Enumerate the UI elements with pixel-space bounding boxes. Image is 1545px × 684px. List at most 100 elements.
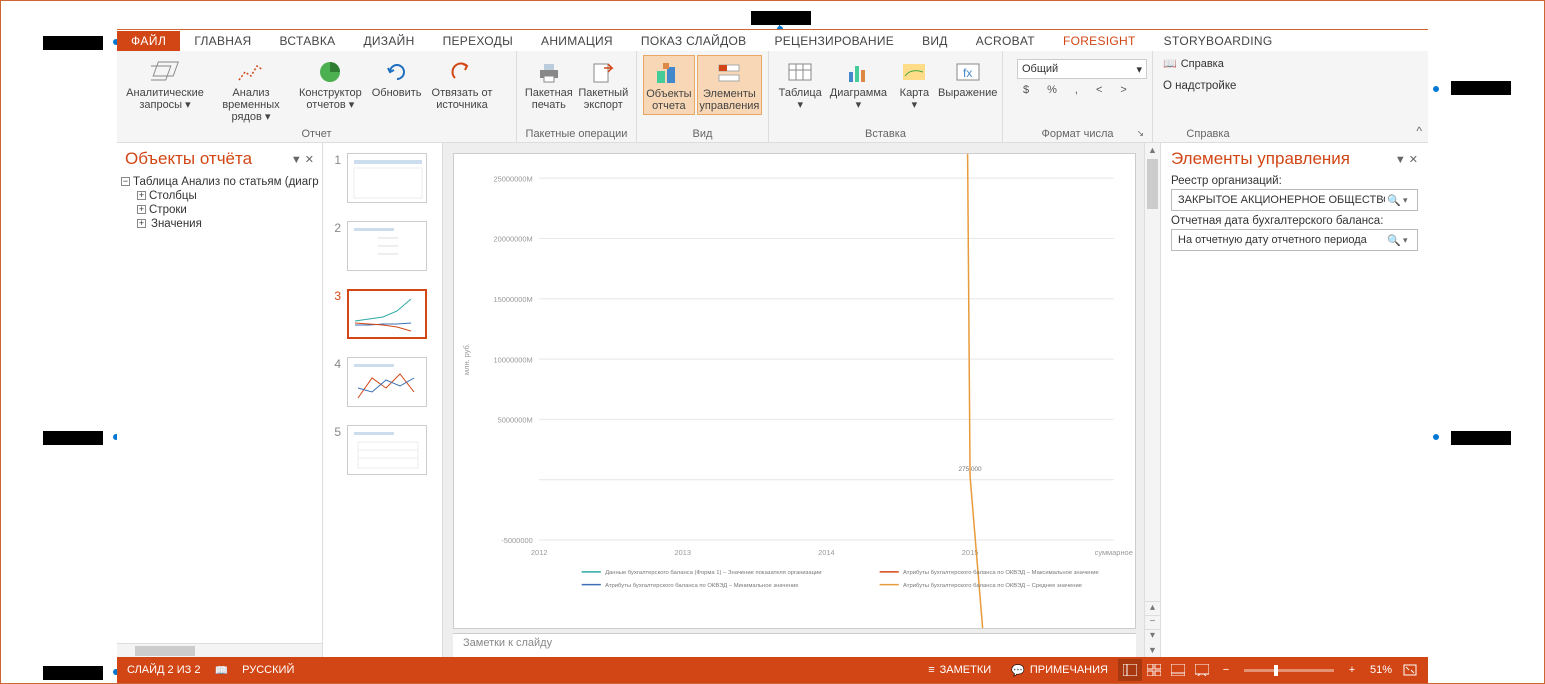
tab-foresight[interactable]: FORESIGHT (1049, 31, 1150, 51)
view-slideshow-icon[interactable] (1190, 659, 1214, 681)
dialog-launcher-icon[interactable]: ↘ (1136, 128, 1144, 139)
tab-transitions[interactable]: ПЕРЕХОДЫ (429, 31, 527, 51)
thumb-5[interactable] (347, 425, 427, 475)
field2-input[interactable]: На отчетную дату отчетного периода 🔍 ▾ (1171, 229, 1418, 251)
spellcheck-icon[interactable]: 📖 (214, 664, 228, 677)
controls-icon (715, 58, 743, 88)
tab-view[interactable]: ВИД (908, 31, 962, 51)
field1-label: Реестр организаций: (1171, 175, 1418, 187)
tree-rows[interactable]: +Строки (121, 203, 318, 217)
tab-file[interactable]: ФАЙЛ (117, 31, 180, 51)
tree-columns[interactable]: +Столбцы (121, 189, 318, 203)
group-title-insert: Вставка (775, 128, 996, 140)
zoom-out-button[interactable]: − (1214, 659, 1238, 681)
btn-time-series[interactable]: Анализ временныхрядов ▾ (209, 55, 293, 125)
slide-marker-icon[interactable]: − (1145, 615, 1160, 629)
zoom-slider[interactable] (1244, 669, 1334, 672)
expression-icon: fx (955, 57, 981, 87)
tab-slideshow[interactable]: ПОКАЗ СЛАЙДОВ (627, 31, 761, 51)
tab-insert[interactable]: ВСТАВКА (266, 31, 350, 51)
zoom-level[interactable]: 51% (1364, 660, 1398, 680)
comments-button[interactable]: 💬ПРИМЕЧАНИЯ (1001, 660, 1118, 681)
time-series-icon (237, 57, 265, 87)
search-icon[interactable]: 🔍 (1385, 194, 1403, 207)
notes-icon: ≡ (928, 664, 934, 676)
notes-placeholder[interactable]: Заметки к слайду (453, 633, 1136, 657)
scroll-down-icon[interactable]: ▼ (1145, 643, 1160, 657)
notes-button[interactable]: ≡ЗАМЕТКИ (918, 660, 1001, 680)
field1-input[interactable]: ЗАКРЫТОЕ АКЦИОНЕРНОЕ ОБЩЕСТВО "L 🔍 ▾ (1171, 189, 1418, 211)
view-sorter-icon[interactable] (1142, 659, 1166, 681)
svg-text:25000000M: 25000000M (493, 174, 532, 183)
close-icon[interactable]: ✕ (1409, 154, 1418, 166)
fmt-dec-less[interactable]: < (1090, 83, 1108, 97)
language-button[interactable]: РУССКИЙ (242, 664, 294, 676)
btn-controls[interactable]: Элементыуправления (697, 55, 762, 115)
chevron-down-icon[interactable]: ▾ (1403, 195, 1415, 206)
chevron-down-icon[interactable]: ▾ (1403, 235, 1415, 246)
tab-storyboarding[interactable]: STORYBOARDING (1150, 31, 1287, 51)
fmt-currency[interactable]: $ (1017, 83, 1035, 97)
prev-slide-icon[interactable]: ▴ (1145, 601, 1160, 615)
btn-map[interactable]: Карта ▾ (891, 55, 937, 113)
tree-values[interactable]: +Значения (121, 217, 318, 231)
thumb-2[interactable] (347, 221, 427, 271)
svg-text:Данные бухгалтерского баланса: Данные бухгалтерского баланса (Форма 1) … (605, 570, 821, 576)
btn-unbind[interactable]: Отвязать отисточника (428, 55, 497, 125)
slide-thumbnails: 1 2 3 4 5 (323, 143, 443, 657)
refresh-icon (384, 57, 410, 87)
status-bar: СЛАЙД 2 ИЗ 2 📖 РУССКИЙ ≡ЗАМЕТКИ 💬ПРИМЕЧА… (117, 657, 1428, 683)
btn-report-designer[interactable]: Конструкторотчетов ▾ (295, 55, 366, 125)
btn-refresh[interactable]: Обновить (368, 55, 426, 125)
fmt-comma[interactable]: , (1069, 83, 1084, 97)
btn-batch-export[interactable]: Пакетныйэкспорт (577, 55, 630, 113)
thumb-3[interactable] (347, 289, 427, 339)
fmt-dec-more[interactable]: > (1114, 83, 1132, 97)
btn-table[interactable]: Таблица ▾ (775, 55, 825, 113)
horizontal-scrollbar[interactable] (117, 643, 322, 657)
view-reading-icon[interactable] (1166, 659, 1190, 681)
fit-window-icon[interactable] (1398, 659, 1422, 681)
vertical-scrollbar[interactable]: ▲ ▴ − ▾ ▼ (1144, 143, 1160, 657)
btn-analytical-queries[interactable]: Аналитическиезапросы ▾ (123, 55, 207, 125)
pane-menu-icon[interactable]: ▼ (1395, 154, 1406, 166)
svg-text:суммарное: суммарное (1095, 548, 1133, 557)
ribbon-tabs: ФАЙЛ ГЛАВНАЯ ВСТАВКА ДИЗАЙН ПЕРЕХОДЫ АНИ… (117, 29, 1428, 51)
help-link[interactable]: 📖Справка (1163, 57, 1253, 70)
group-title-view: Вид (643, 128, 762, 140)
close-icon[interactable]: ✕ (305, 154, 314, 166)
tab-review[interactable]: РЕЦЕНЗИРОВАНИЕ (760, 31, 908, 51)
pane-menu-icon[interactable]: ▼ (291, 154, 302, 166)
btn-chart[interactable]: Диаграмма ▾ (827, 55, 889, 113)
search-icon[interactable]: 🔍 (1385, 234, 1403, 247)
view-normal-icon[interactable] (1118, 659, 1142, 681)
btn-report-objects[interactable]: Объектыотчета (643, 55, 695, 115)
tab-acrobat[interactable]: ACROBAT (962, 31, 1049, 51)
svg-text:15000000M: 15000000M (493, 295, 532, 304)
unbind-icon (449, 57, 475, 87)
collapse-ribbon-icon[interactable]: ^ (1416, 124, 1422, 138)
slide-counter[interactable]: СЛАЙД 2 ИЗ 2 (127, 664, 200, 676)
slide-canvas[interactable]: -50000005000000M10000000M15000000M200000… (453, 153, 1136, 629)
scroll-up-icon[interactable]: ▲ (1145, 143, 1160, 157)
thumb-1[interactable] (347, 153, 427, 203)
chart-icon (845, 57, 871, 87)
zoom-in-button[interactable]: + (1340, 659, 1364, 681)
about-button[interactable]: О надстройке (1163, 80, 1253, 92)
map-icon (901, 57, 927, 87)
queries-icon (151, 57, 179, 87)
btn-batch-print[interactable]: Пакетнаяпечать (523, 55, 575, 113)
number-format-combo[interactable]: Общий▾ (1017, 59, 1147, 79)
fmt-percent[interactable]: % (1041, 83, 1063, 97)
btn-expression[interactable]: fx Выражение (939, 55, 996, 113)
tab-home[interactable]: ГЛАВНАЯ (180, 31, 265, 51)
comments-icon: 💬 (1011, 664, 1025, 677)
chevron-down-icon: ▾ (185, 99, 191, 111)
thumb-4[interactable] (347, 357, 427, 407)
tree-root[interactable]: −Таблица Анализ по статьям (диагр (121, 175, 318, 189)
chevron-down-icon: ▾ (265, 111, 271, 123)
tab-animation[interactable]: АНИМАЦИЯ (527, 31, 627, 51)
next-slide-icon[interactable]: ▾ (1145, 629, 1160, 643)
svg-text:-5000000: -5000000 (501, 536, 532, 545)
tab-design[interactable]: ДИЗАЙН (349, 31, 428, 51)
